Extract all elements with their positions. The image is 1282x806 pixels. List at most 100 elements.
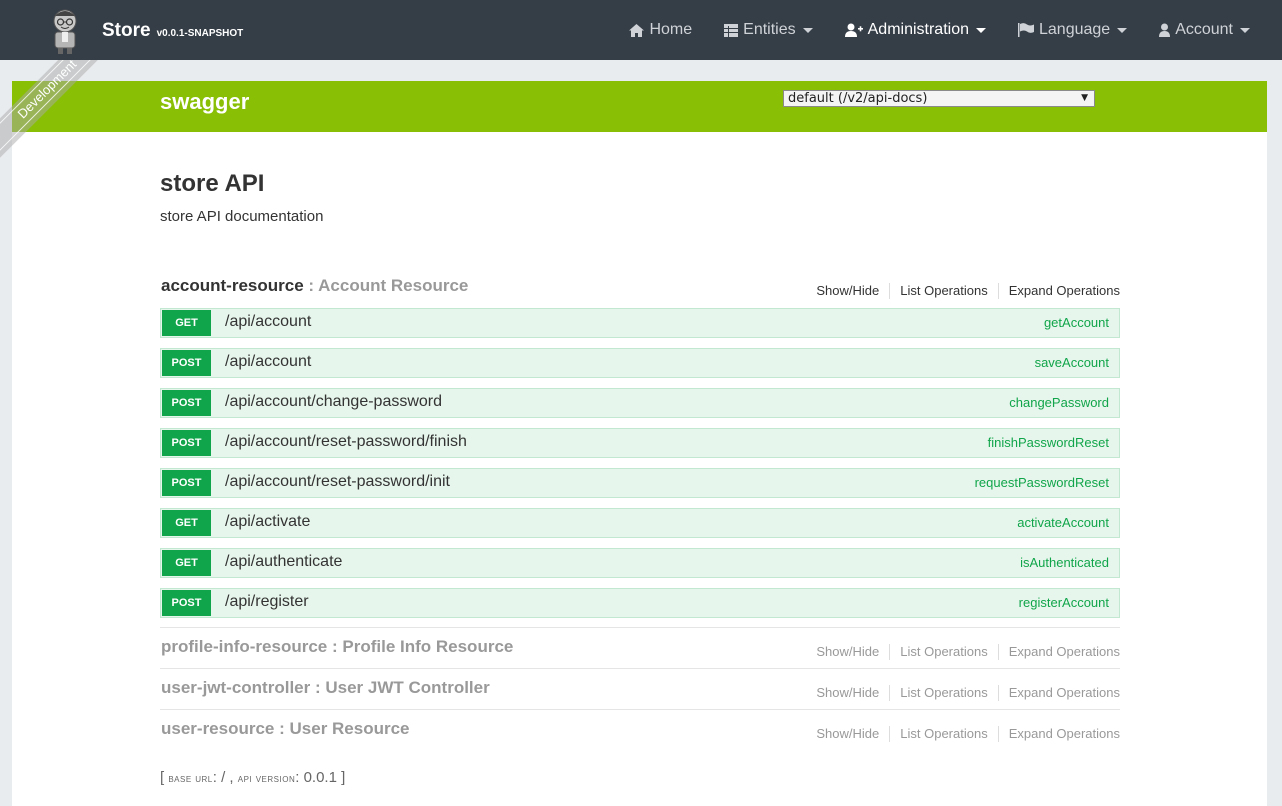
swagger-title: swagger: [160, 89, 250, 114]
table-icon: [724, 23, 739, 37]
resource-name: user-jwt-controller: [161, 678, 311, 697]
resource-description: : User JWT Controller: [314, 678, 490, 697]
resource-description: : Profile Info Resource: [331, 637, 514, 656]
brand-name: Store: [102, 20, 151, 41]
list-operations-link[interactable]: List Operations: [890, 685, 999, 701]
operation-nickname[interactable]: registerAccount: [1019, 595, 1109, 610]
http-method-badge: GET: [162, 510, 211, 536]
user-plus-icon: [844, 23, 863, 37]
nav-account[interactable]: Account: [1143, 0, 1282, 60]
operation-row[interactable]: POST /api/account/reset-password/finish …: [160, 428, 1120, 458]
resource-header-profile-info: profile-info-resource : Profile Info Res…: [160, 637, 1120, 677]
nav-administration-label: Administration: [867, 21, 969, 38]
swagger-header: swagger default (/v2/api-docs) ▼: [12, 81, 1267, 132]
nav-account-label: Account: [1175, 21, 1233, 38]
resource-description: : User Resource: [279, 719, 410, 738]
chevron-down-icon: [1117, 27, 1128, 33]
http-method-badge: POST: [162, 470, 211, 496]
nav-administration[interactable]: Administration: [829, 0, 1002, 60]
operation-row[interactable]: GET /api/account getAccount: [160, 308, 1120, 338]
api-info-footer: [ base url: / , api version: 0.0.1 ]: [160, 769, 345, 786]
operation-row[interactable]: POST /api/account/change-password change…: [160, 388, 1120, 418]
resource-ops: Show/Hide List Operations Expand Operati…: [806, 726, 1120, 742]
operation-nickname[interactable]: isAuthenticated: [1020, 555, 1109, 570]
flag-icon: [1018, 23, 1034, 37]
nav-home[interactable]: Home: [613, 0, 708, 60]
api-title: store API: [160, 170, 265, 197]
home-icon: [629, 23, 645, 37]
main-card: swagger default (/v2/api-docs) ▼ store A…: [12, 81, 1267, 806]
http-method-badge: POST: [162, 430, 211, 456]
brand-link[interactable]: Store v0.0.1-SNAPSHOT: [48, 6, 243, 56]
top-navbar: Store v0.0.1-SNAPSHOT Home Entities Admi…: [0, 0, 1282, 60]
nav-menu: Home Entities Administration Language Ac…: [613, 0, 1282, 60]
operation-path: /api/activate: [225, 513, 311, 530]
operation-nickname[interactable]: requestPasswordReset: [975, 475, 1109, 490]
resource-divider: [160, 709, 1120, 710]
http-method-badge: GET: [162, 310, 211, 336]
operation-row[interactable]: POST /api/register registerAccount: [160, 588, 1120, 618]
show-hide-link[interactable]: Show/Hide: [806, 283, 891, 299]
operation-nickname[interactable]: getAccount: [1044, 315, 1109, 330]
api-description: store API documentation: [160, 208, 324, 225]
resource-header-user: user-resource : User Resource Show/Hide …: [160, 719, 1120, 759]
http-method-badge: POST: [162, 590, 211, 616]
resource-name: user-resource: [161, 719, 275, 738]
operation-path: /api/account: [225, 313, 312, 330]
chevron-down-icon: [802, 27, 813, 33]
operation-path: /api/account/change-password: [225, 393, 443, 410]
nav-language[interactable]: Language: [1002, 0, 1143, 60]
user-icon: [1159, 23, 1171, 37]
brand-version: v0.0.1-SNAPSHOT: [156, 27, 244, 39]
expand-operations-link[interactable]: Expand Operations: [999, 726, 1120, 742]
expand-operations-link[interactable]: Expand Operations: [999, 644, 1120, 660]
nav-entities[interactable]: Entities: [708, 0, 828, 60]
resource-name: profile-info-resource: [161, 637, 328, 656]
operation-path: /api/account/reset-password/init: [225, 473, 450, 490]
resource-name: account-resource: [161, 276, 304, 295]
list-operations-link[interactable]: List Operations: [890, 644, 999, 660]
jhipster-logo-icon: [53, 9, 77, 54]
spec-select-value: default (/v2/api-docs): [788, 91, 928, 106]
chevron-down-icon: [1240, 27, 1250, 33]
bracket-open: [: [160, 769, 165, 786]
operation-row[interactable]: POST /api/account/reset-password/init re…: [160, 468, 1120, 498]
resource-header-user-jwt: user-jwt-controller : User JWT Controlle…: [160, 678, 1120, 718]
expand-operations-link[interactable]: Expand Operations: [999, 685, 1120, 701]
resource-divider: [160, 627, 1120, 628]
resource-title-user[interactable]: user-resource : User Resource: [161, 719, 410, 739]
base-url-label: base url: [168, 773, 213, 785]
operation-path: /api/authenticate: [225, 553, 343, 570]
operation-nickname[interactable]: activateAccount: [1017, 515, 1109, 530]
resource-title-account[interactable]: account-resource : Account Resource: [161, 276, 468, 296]
operation-nickname[interactable]: saveAccount: [1035, 355, 1109, 370]
show-hide-link[interactable]: Show/Hide: [806, 644, 891, 660]
list-operations-link[interactable]: List Operations: [890, 726, 999, 742]
resource-description: : Account Resource: [308, 276, 469, 295]
operation-row[interactable]: GET /api/authenticate isAuthenticated: [160, 548, 1120, 578]
http-method-badge: GET: [162, 550, 211, 576]
dropdown-arrow-icon: ▼: [1081, 93, 1088, 103]
api-version-value: : 0.0.1: [295, 769, 337, 786]
show-hide-link[interactable]: Show/Hide: [806, 726, 891, 742]
resource-ops: Show/Hide List Operations Expand Operati…: [806, 644, 1120, 660]
resource-ops: Show/Hide List Operations Expand Operati…: [806, 283, 1120, 299]
show-hide-link[interactable]: Show/Hide: [806, 685, 891, 701]
nav-home-label: Home: [649, 21, 693, 38]
list-operations-link[interactable]: List Operations: [890, 283, 999, 299]
resource-title-user-jwt[interactable]: user-jwt-controller : User JWT Controlle…: [161, 678, 490, 698]
operation-nickname[interactable]: changePassword: [1009, 395, 1109, 410]
expand-operations-link[interactable]: Expand Operations: [999, 283, 1120, 299]
base-url-value: : / ,: [212, 769, 234, 786]
resource-ops: Show/Hide List Operations Expand Operati…: [806, 685, 1120, 701]
api-version-label: api version: [237, 773, 296, 785]
spec-select[interactable]: default (/v2/api-docs) ▼: [783, 90, 1095, 107]
operation-row[interactable]: GET /api/activate activateAccount: [160, 508, 1120, 538]
http-method-badge: POST: [162, 350, 211, 376]
resource-title-profile-info[interactable]: profile-info-resource : Profile Info Res…: [161, 637, 513, 657]
operation-nickname[interactable]: finishPasswordReset: [988, 435, 1109, 450]
operation-path: /api/account: [225, 353, 312, 370]
operation-row[interactable]: POST /api/account saveAccount: [160, 348, 1120, 378]
chevron-down-icon: [976, 27, 986, 33]
resource-divider: [160, 668, 1120, 669]
